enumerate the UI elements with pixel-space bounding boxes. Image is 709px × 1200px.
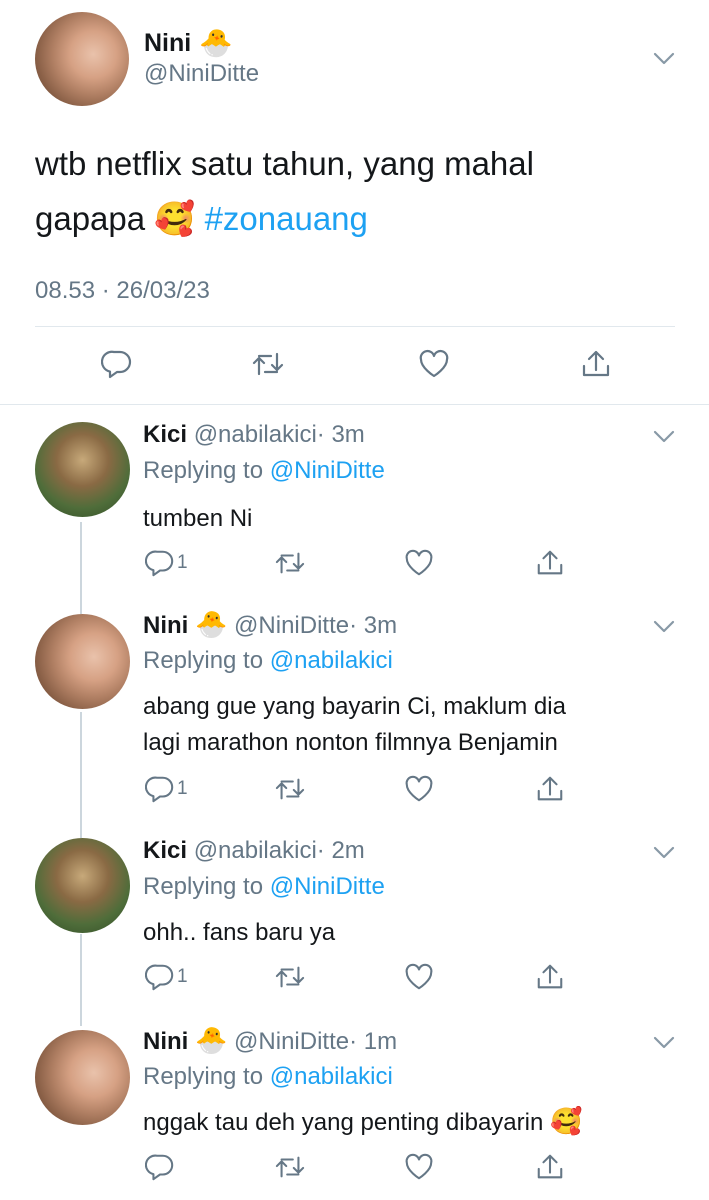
reply-header: Nini 🐣 @NiniDitte· 3m [143,609,397,640]
thread-line [80,712,82,838]
author-handle[interactable]: @NiniDitte [234,612,349,639]
retweet-icon[interactable] [275,774,305,804]
reply-text: ohh.. fans baru ya [143,915,335,951]
replying-to-link[interactable]: @NiniDitte [270,457,385,484]
replying-label: Replying to [143,873,264,900]
author-name[interactable]: Nini [143,1028,188,1055]
author-name[interactable]: Nini [143,612,188,639]
reply-header: Kici @nabilakici· 3m [143,421,365,449]
replying-to-link[interactable]: @nabilakici [270,1063,393,1090]
reply-header: Kici @nabilakici· 2m [143,837,365,865]
share-icon[interactable] [535,774,565,804]
divider [0,404,709,405]
avatar[interactable] [35,422,130,517]
thread-line [80,934,82,1026]
retweet-icon[interactable] [252,348,284,380]
reply-icon[interactable] [145,548,175,578]
reply-action[interactable]: 1 [145,548,188,578]
reply-text-line: tumben Ni [143,505,253,532]
replying-label: Replying to [143,1063,264,1090]
smiling-hearts-emoji: 🥰 [549,1106,583,1136]
replying-to-link[interactable]: @nabilakici [270,647,393,674]
reply-icon[interactable] [145,1152,175,1182]
share-icon[interactable] [535,1152,565,1182]
author-name[interactable]: Nini [144,29,191,58]
tweet-text-word: gapapa [35,200,146,237]
replying-to: Replying to @nabilakici [143,647,393,675]
tweet-text-line: wtb netflix satu tahun, yang mahal [35,145,534,182]
reply-time: · 1m [349,1028,398,1055]
tweet-text-line: gapapa 🥰 #zonauang [35,191,685,246]
thread-line [80,522,82,614]
reply-count: 1 [177,778,188,799]
chevron-down-icon[interactable] [653,846,675,860]
smiling-hearts-emoji: 🥰 [154,200,196,237]
like-icon[interactable] [404,1152,434,1182]
replying-to: Replying to @NiniDitte [143,873,385,901]
avatar[interactable] [35,1030,130,1125]
chick-emoji: 🐣 [195,1025,228,1055]
reply-text-line: lagi marathon nonton filmnya Benjamin [143,729,558,756]
reply-text-line: ohh.. fans baru ya [143,919,336,946]
author-handle[interactable]: @nabilakici [194,421,317,448]
replying-to: Replying to @nabilakici [143,1063,393,1091]
reply-time: · 2m [316,837,365,864]
replying-label: Replying to [143,457,264,484]
author-name[interactable]: Kici [143,421,187,448]
reply-text: abang gue yang bayarin Ci, maklum dia la… [143,689,566,761]
chevron-down-icon[interactable] [653,52,675,66]
reply-icon[interactable] [145,774,175,804]
chevron-down-icon[interactable] [653,1036,675,1050]
chevron-down-icon[interactable] [653,430,675,444]
hashtag-link[interactable]: #zonauang [205,200,368,237]
chick-emoji: 🐣 [195,609,228,639]
chevron-down-icon[interactable] [653,620,675,634]
reply-action[interactable]: 1 [145,774,188,804]
reply-text-line: abang gue yang bayarin Ci, maklum dia [143,693,566,720]
retweet-icon[interactable] [275,1152,305,1182]
reply-time: · 3m [349,612,398,639]
retweet-icon[interactable] [275,548,305,578]
reply-header: Nini 🐣 @NiniDitte· 1m [143,1025,397,1056]
like-icon[interactable] [404,548,434,578]
reply-time: · 3m [316,421,365,448]
author-line: Nini 🐣 [144,24,233,62]
replying-to: Replying to @NiniDitte [143,457,385,485]
share-icon[interactable] [535,548,565,578]
share-icon[interactable] [535,962,565,992]
like-icon[interactable] [404,962,434,992]
tweet-timestamp: 08.53 · 26/03/23 [35,277,210,304]
author-handle[interactable]: @NiniDitte [144,60,259,88]
reply-count: 1 [177,966,188,987]
retweet-icon[interactable] [275,962,305,992]
reply-text: nggak tau deh yang penting dibayarin 🥰 [143,1103,582,1141]
reply-text-line: nggak tau deh yang penting dibayarin [143,1109,544,1136]
replying-to-link[interactable]: @NiniDitte [270,873,385,900]
like-icon[interactable] [418,348,450,380]
chick-emoji: 🐣 [199,27,233,58]
reply-action[interactable]: 1 [145,962,188,992]
author-handle[interactable]: @NiniDitte [234,1028,349,1055]
reply-count: 1 [177,552,188,573]
avatar[interactable] [35,12,129,106]
reply-icon[interactable] [145,962,175,992]
tweet-text: wtb netflix satu tahun, yang mahal gapap… [35,136,685,246]
share-icon[interactable] [580,348,612,380]
replying-label: Replying to [143,647,264,674]
reply-icon[interactable] [101,348,133,380]
divider [35,326,675,327]
like-icon[interactable] [404,774,434,804]
author-handle[interactable]: @nabilakici [194,837,317,864]
author-name[interactable]: Kici [143,837,187,864]
avatar[interactable] [35,838,130,933]
reply-text: tumben Ni [143,501,252,537]
avatar[interactable] [35,614,130,709]
